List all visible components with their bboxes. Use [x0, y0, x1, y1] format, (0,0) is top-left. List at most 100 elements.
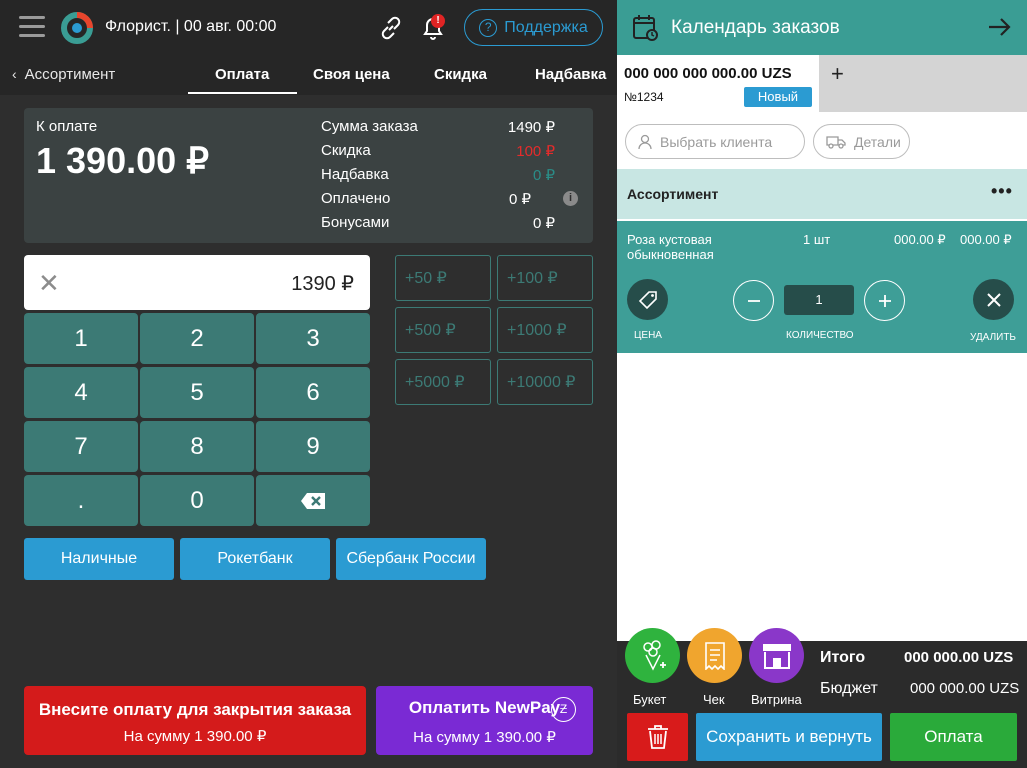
section-title: Ассортимент: [627, 186, 719, 202]
close-order-title: Внесите оплату для закрытия заказа: [38, 700, 352, 719]
key-dot[interactable]: .: [24, 475, 138, 526]
summary-label: Надбавка: [321, 166, 389, 183]
budget-value: 000 000.00 UZS: [910, 680, 1020, 697]
assortment-section: Ассортимент •••: [617, 169, 1027, 219]
quick-add-100[interactable]: +100 ₽: [497, 255, 593, 301]
info-icon[interactable]: i: [563, 191, 578, 206]
qty-input[interactable]: 1: [784, 285, 854, 315]
close-order-payment-button[interactable]: Внесите оплату для закрытия заказа На су…: [24, 686, 366, 755]
quick-add-1000[interactable]: +1000 ₽: [497, 307, 593, 353]
due-label: К оплате: [36, 118, 98, 135]
minus-icon: [747, 299, 760, 302]
payment-tabs: ‹ Ассортимент Оплата Своя цена Скидка Над…: [0, 55, 617, 95]
bouquet-label: Букет: [633, 692, 667, 707]
tab-custom-price[interactable]: Своя цена: [313, 66, 390, 83]
support-button[interactable]: ? Поддержка: [464, 9, 603, 46]
item-price: 000.00 ₽: [894, 232, 946, 247]
amount-input[interactable]: ✕ 1390 ₽: [24, 255, 370, 310]
shop-icon: [762, 643, 791, 669]
summary-row-discount: Скидка 100 ₽: [321, 142, 561, 162]
tab-markup[interactable]: Надбавка: [535, 66, 606, 83]
newpay-button[interactable]: Оплатить NewPay На сумму 1 390.00 ₽ Ƶ: [376, 686, 593, 755]
tag-icon: [638, 290, 657, 309]
backspace-icon: [301, 492, 325, 509]
truck-icon: [826, 135, 846, 149]
summary-row-order-sum: Сумма заказа 1490 ₽: [321, 118, 561, 138]
receipt-button[interactable]: [687, 628, 742, 683]
calendar-title: Календарь заказов: [671, 17, 840, 38]
details-label: Детали: [854, 133, 901, 150]
clear-icon[interactable]: ✕: [38, 268, 60, 299]
quick-add-50[interactable]: +50 ₽: [395, 255, 491, 301]
quick-add-10000[interactable]: +10000 ₽: [497, 359, 593, 405]
showcase-button[interactable]: [749, 628, 804, 683]
summary-value: 0 ₽: [532, 215, 555, 232]
delete-order-button[interactable]: [627, 713, 688, 761]
key-7[interactable]: 7: [24, 421, 138, 472]
total-label: Итого: [820, 649, 866, 666]
summary-row-markup: Надбавка 0 ₽: [321, 166, 561, 186]
pay-cash-button[interactable]: Наличные: [24, 538, 174, 580]
bouquet-icon: [642, 639, 666, 671]
close-icon: [986, 292, 1001, 307]
support-label: Поддержка: [504, 18, 588, 36]
pay-sberbank-button[interactable]: Сбербанк России: [336, 538, 486, 580]
summary-value: 0 ₽: [508, 191, 531, 208]
summary-value: 100 ₽: [516, 143, 555, 160]
key-3[interactable]: 3: [256, 313, 370, 364]
quick-add-500[interactable]: +500 ₽: [395, 307, 491, 353]
summary-value: 0 ₽: [532, 167, 555, 184]
order-tab[interactable]: 000 000 000 000.00 UZS №1234 Новый: [617, 55, 819, 112]
status-badge: Новый: [744, 87, 812, 107]
key-1[interactable]: 1: [24, 313, 138, 364]
bouquet-button[interactable]: [625, 628, 680, 683]
amount-value: 1390 ₽: [291, 273, 354, 295]
summary-label: Сумма заказа: [321, 118, 418, 135]
key-5[interactable]: 5: [140, 367, 254, 418]
order-calendar-panel: Календарь заказов 000 000 000 000.00 UZS…: [617, 0, 1027, 768]
menu-icon[interactable]: [19, 16, 45, 38]
arrow-right-icon[interactable]: [987, 16, 1011, 38]
pay-button[interactable]: Оплата: [890, 713, 1017, 761]
trash-icon: [647, 725, 668, 749]
select-client-button[interactable]: Выбрать клиента: [625, 124, 805, 159]
link-icon[interactable]: [378, 15, 404, 41]
active-tab-indicator: [188, 92, 297, 94]
qty-caption: КОЛИЧЕСТВО: [786, 330, 854, 341]
delete-item-button[interactable]: [973, 279, 1014, 320]
backspace-key[interactable]: [256, 475, 370, 526]
logo-icon: [61, 12, 93, 44]
key-0[interactable]: 0: [140, 475, 254, 526]
summary-label: Скидка: [321, 142, 371, 159]
order-tabs-empty: [819, 55, 1027, 112]
tab-discount[interactable]: Скидка: [434, 66, 487, 83]
delete-caption: УДАЛИТЬ: [970, 332, 1016, 343]
brand-title: Флорист. | 00 авг. 00:00: [105, 18, 277, 35]
calendar-icon: [633, 15, 658, 41]
key-4[interactable]: 4: [24, 367, 138, 418]
more-icon[interactable]: •••: [991, 181, 1013, 202]
quick-add-5000[interactable]: +5000 ₽: [395, 359, 491, 405]
key-8[interactable]: 8: [140, 421, 254, 472]
key-6[interactable]: 6: [256, 367, 370, 418]
tab-payment[interactable]: Оплата: [215, 66, 269, 83]
pay-rocketbank-button[interactable]: Рокетбанк: [180, 538, 330, 580]
key-2[interactable]: 2: [140, 313, 254, 364]
key-9[interactable]: 9: [256, 421, 370, 472]
notification-badge: !: [431, 14, 445, 28]
add-order-button[interactable]: +: [831, 61, 844, 87]
budget-label: Бюджет: [820, 680, 878, 697]
item-qty: 1 шт: [803, 232, 831, 247]
plus-icon: [878, 294, 891, 307]
summary-label: Оплачено: [321, 190, 391, 207]
payment-panel: Флорист. | 00 авг. 00:00 ! ? Поддержка ‹…: [0, 0, 617, 768]
receipt-label: Чек: [703, 692, 725, 707]
increase-qty-button[interactable]: [864, 280, 905, 321]
details-button[interactable]: Детали: [813, 124, 910, 159]
calendar-header: Календарь заказов: [617, 0, 1027, 55]
decrease-qty-button[interactable]: [733, 280, 774, 321]
back-to-assortment[interactable]: ‹ Ассортимент: [12, 66, 115, 83]
top-bar: Флорист. | 00 авг. 00:00 ! ? Поддержка: [0, 0, 617, 55]
price-tag-button[interactable]: [627, 279, 668, 320]
save-and-return-button[interactable]: Сохранить и вернуть: [696, 713, 882, 761]
